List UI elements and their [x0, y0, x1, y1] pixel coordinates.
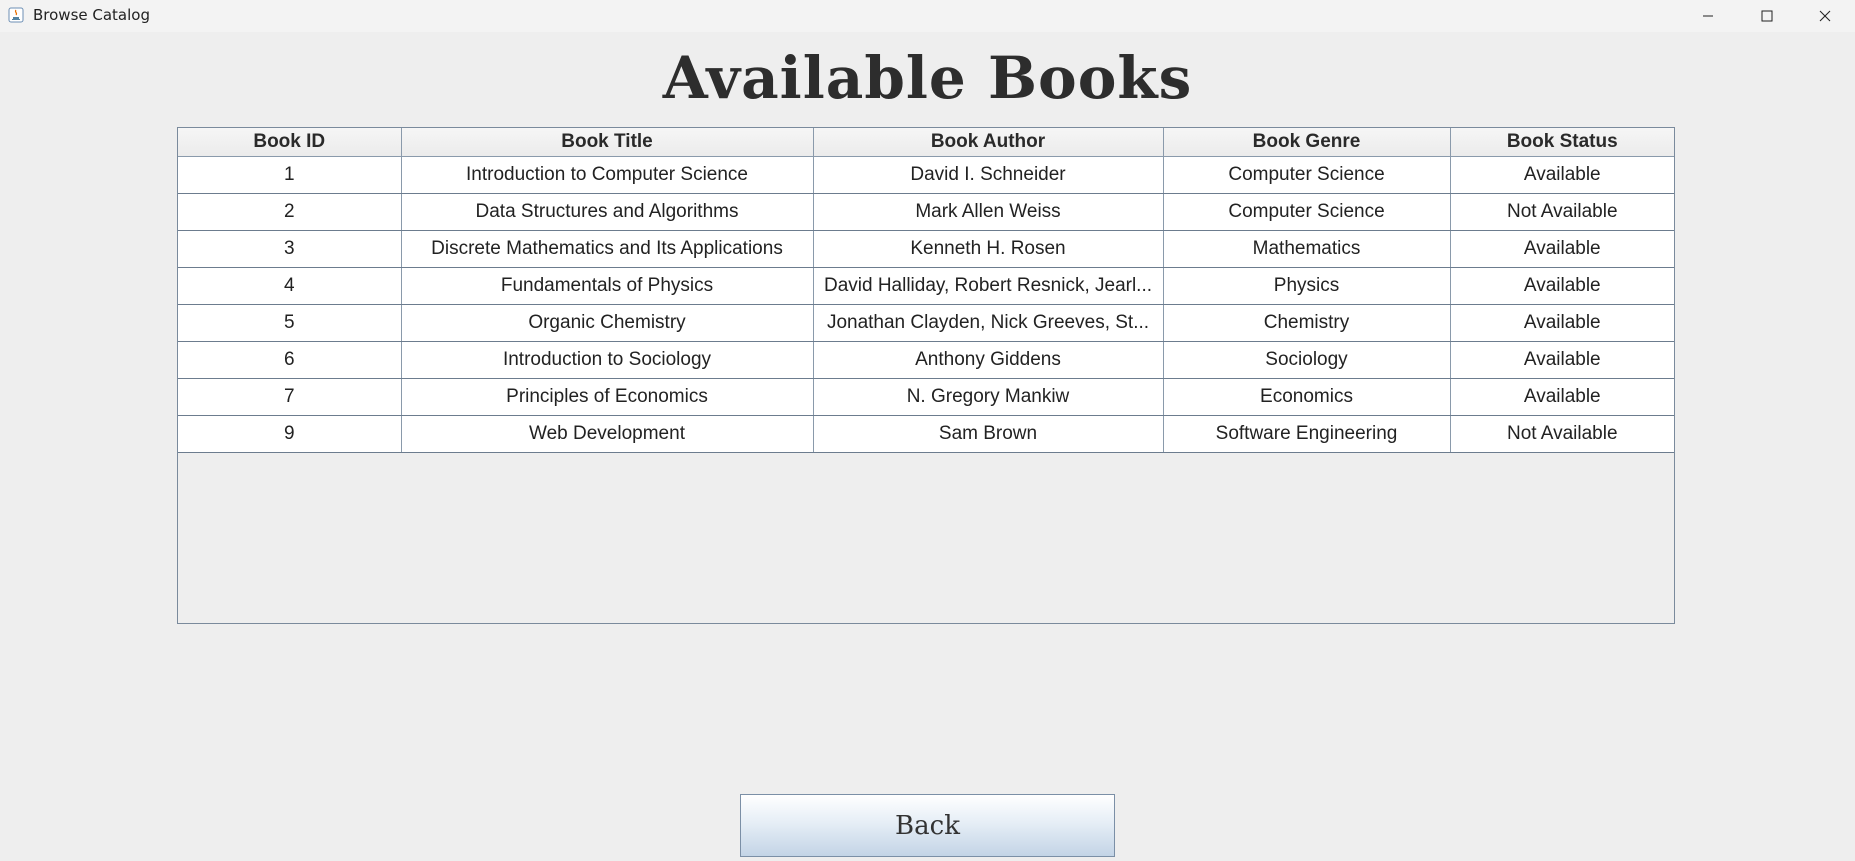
cell-book-id[interactable]: 4	[178, 267, 402, 305]
cell-book-id[interactable]: 2	[178, 193, 402, 231]
cell-book-author[interactable]: Jonathan Clayden, Nick Greeves, St...	[813, 304, 1164, 342]
minimize-button[interactable]	[1679, 0, 1737, 32]
maximize-icon	[1761, 10, 1773, 22]
column-header-book-genre[interactable]: Book Genre	[1163, 128, 1451, 157]
cell-book-genre[interactable]: Sociology	[1163, 341, 1451, 379]
cell-book-status[interactable]: Available	[1450, 341, 1674, 379]
back-button[interactable]: Back	[740, 794, 1115, 857]
cell-book-title[interactable]: Organic Chemistry	[401, 304, 814, 342]
table-row[interactable]: 1 Introduction to Computer Science David I…	[178, 156, 1674, 194]
cell-book-genre[interactable]: Computer Science	[1163, 156, 1451, 194]
cell-book-id[interactable]: 5	[178, 304, 402, 342]
cell-book-status[interactable]: Available	[1450, 378, 1674, 416]
title-bar[interactable]: Browse Catalog	[0, 0, 1855, 32]
cell-book-author[interactable]: Anthony Giddens	[813, 341, 1164, 379]
column-header-book-author[interactable]: Book Author	[813, 128, 1164, 157]
cell-book-status[interactable]: Available	[1450, 267, 1674, 305]
window-title: Browse Catalog	[33, 6, 150, 24]
close-button[interactable]	[1796, 0, 1854, 32]
cell-book-genre[interactable]: Chemistry	[1163, 304, 1451, 342]
cell-book-author[interactable]: Sam Brown	[813, 415, 1164, 453]
cell-book-author[interactable]: Kenneth H. Rosen	[813, 230, 1164, 268]
cell-book-author[interactable]: David Halliday, Robert Resnick, Jearl...	[813, 267, 1164, 305]
table-header-row: Book ID Book Title Book Author Book Genr…	[178, 128, 1674, 157]
cell-book-status[interactable]: Available	[1450, 230, 1674, 268]
cell-book-genre[interactable]: Computer Science	[1163, 193, 1451, 231]
cell-book-title[interactable]: Principles of Economics	[401, 378, 814, 416]
cell-book-id[interactable]: 9	[178, 415, 402, 453]
table-row[interactable]: 5 Organic Chemistry Jonathan Clayden, Nick…	[178, 304, 1674, 342]
table-row[interactable]: 6 Introduction to Sociology Anthony Gidden…	[178, 341, 1674, 379]
cell-book-author[interactable]: David I. Schneider	[813, 156, 1164, 194]
cell-book-status[interactable]: Not Available	[1450, 193, 1674, 231]
table-row[interactable]: 3 Discrete Mathematics and Its Applicatio…	[178, 230, 1674, 268]
cell-book-id[interactable]: 7	[178, 378, 402, 416]
cell-book-genre[interactable]: Physics	[1163, 267, 1451, 305]
maximize-button[interactable]	[1738, 0, 1796, 32]
cell-book-id[interactable]: 1	[178, 156, 402, 194]
cell-book-status[interactable]: Available	[1450, 156, 1674, 194]
cell-book-author[interactable]: N. Gregory Mankiw	[813, 378, 1164, 416]
java-app-icon	[8, 7, 24, 23]
cell-book-genre[interactable]: Software Engineering	[1163, 415, 1451, 453]
cell-book-title[interactable]: Introduction to Sociology	[401, 341, 814, 379]
books-table-scrollpane[interactable]: Book ID Book Title Book Author Book Genr…	[177, 127, 1675, 624]
minimize-icon	[1702, 10, 1714, 22]
cell-book-title[interactable]: Discrete Mathematics and Its Application…	[401, 230, 814, 268]
cell-book-status[interactable]: Available	[1450, 304, 1674, 342]
books-table[interactable]: Book ID Book Title Book Author Book Genr…	[178, 128, 1674, 453]
table-row[interactable]: 9 Web Development Sam Brown Software Engine…	[178, 415, 1674, 453]
column-header-book-title[interactable]: Book Title	[401, 128, 814, 157]
cell-book-title[interactable]: Web Development	[401, 415, 814, 453]
cell-book-title[interactable]: Data Structures and Algorithms	[401, 193, 814, 231]
cell-book-id[interactable]: 3	[178, 230, 402, 268]
cell-book-id[interactable]: 6	[178, 341, 402, 379]
column-header-book-id[interactable]: Book ID	[178, 128, 402, 157]
cell-book-genre[interactable]: Economics	[1163, 378, 1451, 416]
close-icon	[1819, 10, 1831, 22]
cell-book-genre[interactable]: Mathematics	[1163, 230, 1451, 268]
table-body: 1 Introduction to Computer Science David I…	[178, 156, 1674, 453]
column-header-book-status[interactable]: Book Status	[1450, 128, 1674, 157]
cell-book-title[interactable]: Fundamentals of Physics	[401, 267, 814, 305]
table-row[interactable]: 7 Principles of Economics N. Gregory Manki…	[178, 378, 1674, 416]
cell-book-title[interactable]: Introduction to Computer Science	[401, 156, 814, 194]
cell-book-status[interactable]: Not Available	[1450, 415, 1674, 453]
browse-catalog-window: Browse Catalog Available Books Book ID B…	[0, 0, 1855, 861]
cell-book-author[interactable]: Mark Allen Weiss	[813, 193, 1164, 231]
page-title: Available Books	[662, 44, 1193, 112]
table-row[interactable]: 4 Fundamentals of Physics David Halliday, …	[178, 267, 1674, 305]
table-row[interactable]: 2 Data Structures and Algorithms Mark Alle…	[178, 193, 1674, 231]
